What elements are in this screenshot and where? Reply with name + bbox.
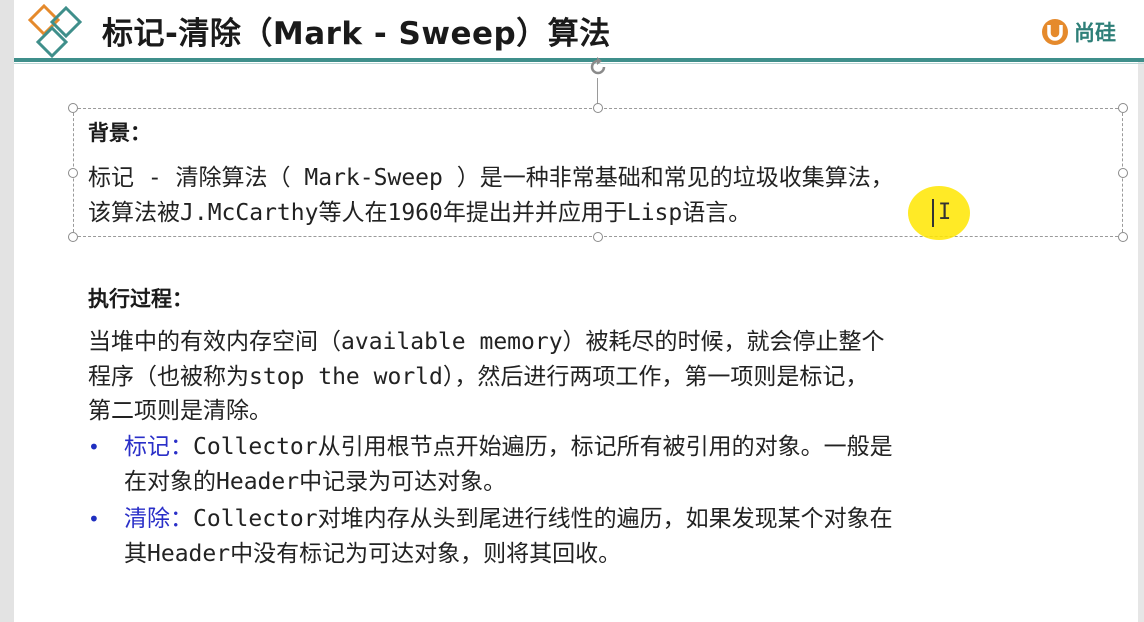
diamond-logo-icon: [27, 4, 83, 58]
rotate-handle-icon[interactable]: [587, 56, 609, 78]
resize-handle-middle-left[interactable]: [68, 168, 78, 178]
background-line-2[interactable]: 该算法被J.McCarthy等人在1960年提出并并应用于Lisp语言。: [88, 196, 751, 230]
background-line-1[interactable]: 标记 - 清除算法（ Mark-Sweep ）是一种非常基础和常见的垃圾收集算法…: [88, 161, 894, 195]
ibeam-cursor-icon: I: [938, 200, 952, 225]
bullet-marker: •: [88, 435, 100, 459]
resize-handle-bottom-right[interactable]: [1118, 232, 1128, 242]
left-edge: [0, 0, 14, 622]
bullet-sweep-line-2: 其Header中没有标记为可达对象，则将其回收。: [124, 541, 622, 567]
process-heading: 执行过程：: [88, 287, 193, 311]
page-title: 标记-清除（Mark - Sweep）算法: [102, 16, 611, 52]
bullet-mark-text: Collector从引用根节点开始遍历，标记所有被引用的对象。一般是: [193, 434, 893, 460]
bullet-mark-line-1: 标记：Collector从引用根节点开始遍历，标记所有被引用的对象。一般是: [124, 430, 893, 464]
resize-handle-middle-right[interactable]: [1118, 168, 1128, 178]
resize-handle-top-center[interactable]: [593, 103, 603, 113]
brand-logo: 尚硅: [1040, 14, 1144, 50]
slide-header: 标记-清除（Mark - Sweep）算法 尚硅: [14, 0, 1144, 60]
slide: 标记-清除（Mark - Sweep）算法 尚硅 背景： 标记 - 清除算法（ …: [0, 0, 1144, 622]
resize-handle-top-right[interactable]: [1118, 103, 1128, 113]
bullet-keyword-sweep: 清除：: [124, 506, 193, 532]
header-rule: [14, 58, 1144, 62]
text-caret: [932, 199, 934, 227]
bullet-keyword-mark: 标记：: [124, 434, 193, 460]
header-rule-thin: [14, 63, 1144, 64]
resize-handle-bottom-left[interactable]: [68, 232, 78, 242]
brand-text: 尚硅: [1074, 21, 1116, 45]
bullet-mark-line-2: 在对象的Header中记录为可达对象。: [124, 469, 507, 495]
background-heading: 背景：: [88, 121, 151, 145]
u-brand-icon: [1042, 19, 1068, 45]
bullet-sweep-line-1: 清除：Collector对堆内存从头到尾进行线性的遍历，如果发现某个对象在: [124, 502, 893, 536]
bullet-sweep-text: Collector对堆内存从头到尾进行线性的遍历，如果发现某个对象在: [193, 506, 893, 532]
process-line-1: 当堆中的有效内存空间（available memory）被耗尽的时候，就会停止整…: [88, 329, 885, 355]
resize-handle-bottom-center[interactable]: [593, 232, 603, 242]
bullet-marker: •: [88, 507, 100, 531]
right-edge: [1138, 60, 1144, 622]
process-line-2: 程序（也被称为stop the world），然后进行两项工作，第一项则是标记，: [88, 364, 869, 390]
resize-handle-top-left[interactable]: [68, 103, 78, 113]
process-line-3: 第二项则是清除。: [88, 398, 272, 424]
